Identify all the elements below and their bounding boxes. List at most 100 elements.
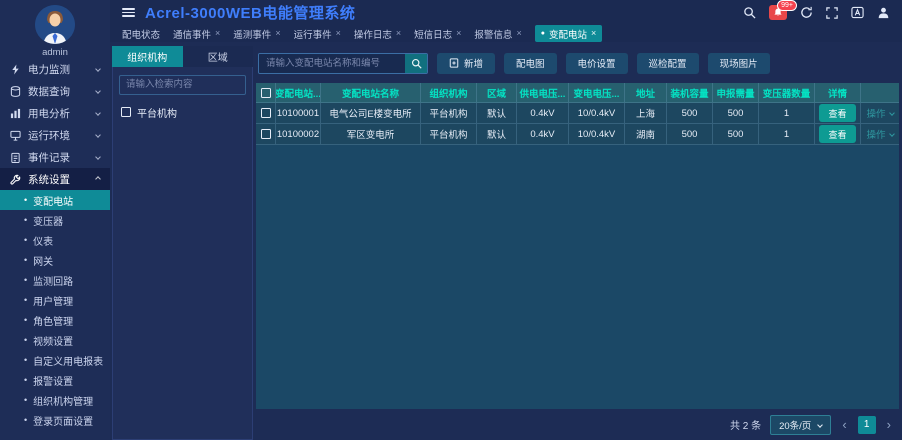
org-tree-panel: 组织机构 区域 平台机构	[112, 46, 253, 440]
chevron-down-icon	[817, 422, 823, 428]
sidebar-item-system-settings[interactable]: 系统设置	[0, 168, 110, 190]
tab-organization[interactable]: 组织机构	[112, 46, 183, 67]
row-action-dropdown[interactable]: 操作	[866, 127, 893, 141]
site-photos-button[interactable]: 现场图片	[708, 53, 770, 74]
sidebar-subitem-transformer[interactable]: • 变压器	[0, 210, 110, 230]
price-settings-button[interactable]: 电价设置	[566, 53, 628, 74]
bullet-icon: •	[24, 236, 27, 245]
nav-tab-operation-log[interactable]: 操作日志 ×	[354, 27, 401, 41]
avatar[interactable]	[35, 5, 75, 44]
view-button[interactable]: 查看	[819, 125, 855, 143]
nav-tab-label: 短信日志	[414, 27, 452, 41]
nav-tab-comm-events[interactable]: 通信事件 ×	[173, 27, 220, 41]
sidebar-item-usage-analysis[interactable]: 用电分析	[0, 102, 110, 124]
pagination: 共 2 条 20条/页 ‹ 1 ›	[256, 409, 899, 440]
cell-address: 湖南	[625, 124, 667, 144]
page-number-button[interactable]: 1	[858, 416, 876, 434]
sidebar-subitem-monitor-loop[interactable]: • 监测回路	[0, 270, 110, 290]
tree-search-input[interactable]	[119, 75, 246, 95]
cell-address: 上海	[625, 103, 667, 123]
hamburger-menu-icon[interactable]	[122, 8, 135, 17]
sidebar-subitem-role-mgmt[interactable]: • 角色管理	[0, 310, 110, 330]
sidebar-subitem-label: 网关	[33, 253, 53, 268]
monitor-icon	[10, 130, 21, 141]
cell-transform-voltage: 10/0.4kV	[569, 124, 625, 144]
tree-node-platform-org[interactable]: 平台机构	[119, 105, 246, 120]
distribution-diagram-button[interactable]: 配电图	[504, 53, 557, 74]
sidebar-item-label: 系统设置	[28, 172, 70, 187]
user-icon[interactable]	[877, 6, 890, 19]
power-icon	[10, 64, 21, 75]
sidebar-subitem-user-mgmt[interactable]: • 用户管理	[0, 290, 110, 310]
close-icon[interactable]: ×	[456, 29, 461, 38]
sidebar-subitem-label: 报警设置	[33, 373, 73, 388]
sidebar-subitem-login-page-settings[interactable]: • 登录页面设置	[0, 410, 110, 430]
sidebar-subitem-label: 仪表	[33, 233, 53, 248]
nav-tab-telemetry-events[interactable]: 遥测事件 ×	[233, 27, 280, 41]
station-search-input[interactable]	[259, 54, 405, 73]
main-panel: 新增 配电图 电价设置 巡检配置 现场图片 变配电站... 变配电站名称 组织机…	[256, 46, 899, 440]
content-area: 组织机构 区域 平台机构	[110, 42, 902, 440]
notification-bell-icon[interactable]: 99+	[769, 5, 787, 20]
sidebar-subitem-label: 自定义用电报表	[33, 353, 103, 368]
nav-tab-run-events[interactable]: 运行事件 ×	[294, 27, 341, 41]
sidebar-item-runtime-env[interactable]: 运行环境	[0, 124, 110, 146]
sidebar-item-event-log[interactable]: 事件记录	[0, 146, 110, 168]
row-checkbox[interactable]	[261, 129, 271, 139]
refresh-icon[interactable]	[800, 6, 813, 19]
nav-tab-sms-log[interactable]: 短信日志 ×	[414, 27, 461, 41]
sidebar-subitem-org-mgmt[interactable]: • 组织机构管理	[0, 390, 110, 410]
view-button[interactable]: 查看	[819, 104, 855, 122]
checkbox[interactable]	[121, 107, 131, 117]
inspection-config-button[interactable]: 巡检配置	[637, 53, 699, 74]
cell-supply-voltage: 0.4kV	[517, 124, 569, 144]
fullscreen-icon[interactable]	[826, 7, 838, 19]
page-size-select[interactable]: 20条/页	[770, 415, 831, 435]
search-icon[interactable]	[743, 6, 756, 19]
col-transform-voltage: 变电电压...	[569, 83, 625, 102]
row-action-dropdown[interactable]: 操作	[866, 106, 893, 120]
right-region: Acrel-3000WEB电能管理系统 99+	[110, 0, 902, 440]
table-row: 10100001 电气公司E楼变电所 平台机构 默认 0.4kV 10/0.4k…	[256, 103, 899, 124]
sidebar-subitem-meter[interactable]: • 仪表	[0, 230, 110, 250]
bullet-icon: •	[24, 376, 27, 385]
language-translate-icon[interactable]	[851, 6, 864, 19]
sidebar-subitem-gateway[interactable]: • 网关	[0, 250, 110, 270]
col-supply-voltage: 供电电压...	[517, 83, 569, 102]
nav-tab-label: 变配电站	[549, 27, 587, 41]
sidebar-subitem-label: 视频设置	[33, 333, 73, 348]
chevron-down-icon	[889, 131, 895, 137]
sidebar-subitem-alarm-settings[interactable]: • 报警设置	[0, 370, 110, 390]
bullet-icon: •	[24, 416, 27, 425]
add-button[interactable]: 新增	[437, 53, 495, 74]
sidebar-item-label: 事件记录	[28, 150, 70, 165]
close-icon[interactable]: ×	[215, 29, 220, 38]
select-all-checkbox[interactable]	[261, 88, 271, 98]
nav-tab-alarm-info[interactable]: 报警信息 ×	[474, 27, 521, 41]
nav-tab-distribution-status[interactable]: 配电状态	[122, 27, 160, 41]
close-icon[interactable]: ×	[396, 29, 401, 38]
chevron-down-icon	[95, 154, 101, 160]
sidebar-subitem-video-settings[interactable]: • 视频设置	[0, 330, 110, 350]
search-button[interactable]	[405, 54, 427, 73]
active-dot-icon: ●	[541, 30, 545, 37]
username: admin	[42, 47, 68, 58]
close-icon[interactable]: ×	[336, 29, 341, 38]
row-checkbox[interactable]	[261, 108, 271, 118]
bullet-icon: •	[24, 216, 27, 225]
sidebar-item-data-query[interactable]: 数据查询	[0, 80, 110, 102]
bullet-icon: •	[24, 336, 27, 345]
close-icon[interactable]: ×	[591, 29, 596, 38]
col-station-name: 变配电站名称	[321, 83, 421, 102]
sidebar-item-power-monitor[interactable]: 电力监测	[0, 58, 110, 80]
sidebar-subitem-substation[interactable]: • 变配电站	[0, 190, 110, 210]
close-icon[interactable]: ×	[516, 29, 521, 38]
close-icon[interactable]: ×	[275, 29, 280, 38]
tab-region[interactable]: 区域	[183, 46, 254, 67]
next-page-button[interactable]: ›	[885, 417, 893, 432]
sidebar-subitem-custom-report[interactable]: • 自定义用电报表	[0, 350, 110, 370]
prev-page-button[interactable]: ‹	[840, 417, 848, 432]
nav-tab-substation-active[interactable]: ● 变配电站 ×	[535, 25, 603, 42]
sidebar-subitem-label: 用户管理	[33, 293, 73, 308]
sidebar: admin 电力监测 数据查询 用电分析 运行环境 事件记录	[0, 0, 110, 440]
